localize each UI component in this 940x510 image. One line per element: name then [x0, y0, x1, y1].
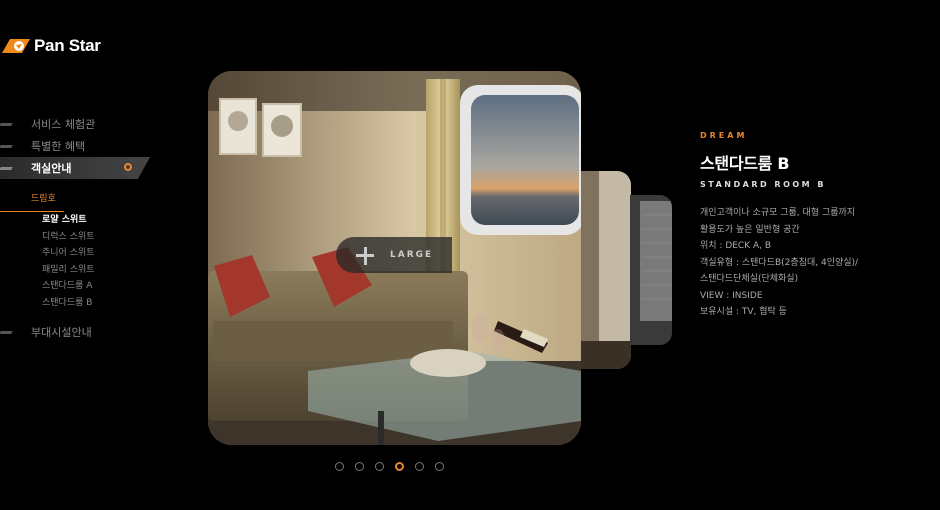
ship-name: DREAM: [700, 131, 748, 140]
nav-item-facilities[interactable]: 부대시설안내: [0, 321, 160, 343]
room-description: 개인고객이나 소규모 그룹, 대형 그룹까지 활용도가 높은 일반형 공간 위치…: [700, 205, 900, 321]
description-line: 스탠다드단체실(단체화실): [700, 274, 799, 284]
pager-dot[interactable]: [435, 462, 444, 471]
dash-icon: [0, 145, 13, 148]
submenu-item-standard-a[interactable]: 스탠다드룸 A: [0, 278, 160, 295]
nav-item-service-experience[interactable]: 서비스 체험관: [0, 113, 160, 135]
pager-dot[interactable]: [335, 462, 344, 471]
dash-icon: [0, 167, 13, 170]
submenu-item-standard-b[interactable]: 스탠다드룸 B: [0, 295, 160, 312]
panstar-logo-icon: [2, 39, 30, 53]
nav-item-label: 객실안내: [31, 162, 72, 175]
pager-dot[interactable]: [415, 462, 424, 471]
room-photo-next[interactable]: [581, 171, 631, 369]
pager-dot[interactable]: [375, 462, 384, 471]
panstar-logo[interactable]: Pan Star: [0, 34, 101, 58]
brand-name: Pan Star: [34, 36, 101, 55]
nav-item-label: 부대시설안내: [31, 326, 92, 339]
room-info: DREAM 스탠다드룸 B STANDARD ROOM B 개인고객이나 소규모…: [700, 131, 900, 321]
description-line: 보유시설 : TV, 협탁 등: [700, 307, 787, 317]
description-line: 객실유형 : 스탠다드B(2층침대, 4인양실)/: [700, 257, 859, 268]
description-line: 개인고객이나 소규모 그룹, 대형 그룹까지: [700, 208, 856, 218]
pager-dot-current[interactable]: [395, 462, 404, 471]
cabin-submenu: 드림호 로얄 스위트 디럭스 스위트 주니어 스위트 패밀리 스위트 스탠다드룸…: [0, 192, 160, 311]
room-photo-next2-image: [630, 195, 672, 345]
gallery-pager: [335, 462, 444, 471]
secondary-nav: 부대시설안내: [0, 321, 160, 343]
submenu-item-junior-suite[interactable]: 주니어 스위트: [0, 245, 160, 262]
room-subtitle: STANDARD ROOM B: [700, 180, 827, 189]
room-title: 스탠다드룸 B: [700, 154, 790, 173]
dash-icon: [0, 331, 13, 334]
description-line: VIEW : INSIDE: [700, 290, 763, 301]
nav-item-special-benefits[interactable]: 특별한 혜택: [0, 135, 160, 157]
nav-item-label: 특별한 혜택: [31, 140, 86, 153]
submenu-item-royal-suite[interactable]: 로얄 스위트: [0, 212, 160, 229]
plus-icon: [336, 237, 374, 273]
description-line: 위치 : DECK A, B: [700, 241, 772, 251]
active-indicator-icon: [124, 163, 132, 171]
submenu-heading[interactable]: 드림호: [0, 192, 160, 212]
enlarge-button[interactable]: LARGE: [336, 237, 452, 273]
nav-item-cabin-guide[interactable]: 객실안내: [0, 157, 150, 179]
dash-icon: [0, 123, 13, 126]
enlarge-label: LARGE: [390, 250, 434, 260]
pager-dot[interactable]: [355, 462, 364, 471]
description-line: 활용도가 높은 일반형 공간: [700, 224, 800, 235]
nav-item-label: 서비스 체험관: [31, 118, 96, 131]
submenu-item-deluxe-suite[interactable]: 디럭스 스위트: [0, 229, 160, 246]
room-photo-next-image: [581, 171, 631, 369]
room-photo-next2[interactable]: [630, 195, 672, 345]
main-nav: 서비스 체험관 특별한 혜택 객실안내: [0, 113, 160, 179]
submenu-item-family-suite[interactable]: 패밀리 스위트: [0, 262, 160, 279]
